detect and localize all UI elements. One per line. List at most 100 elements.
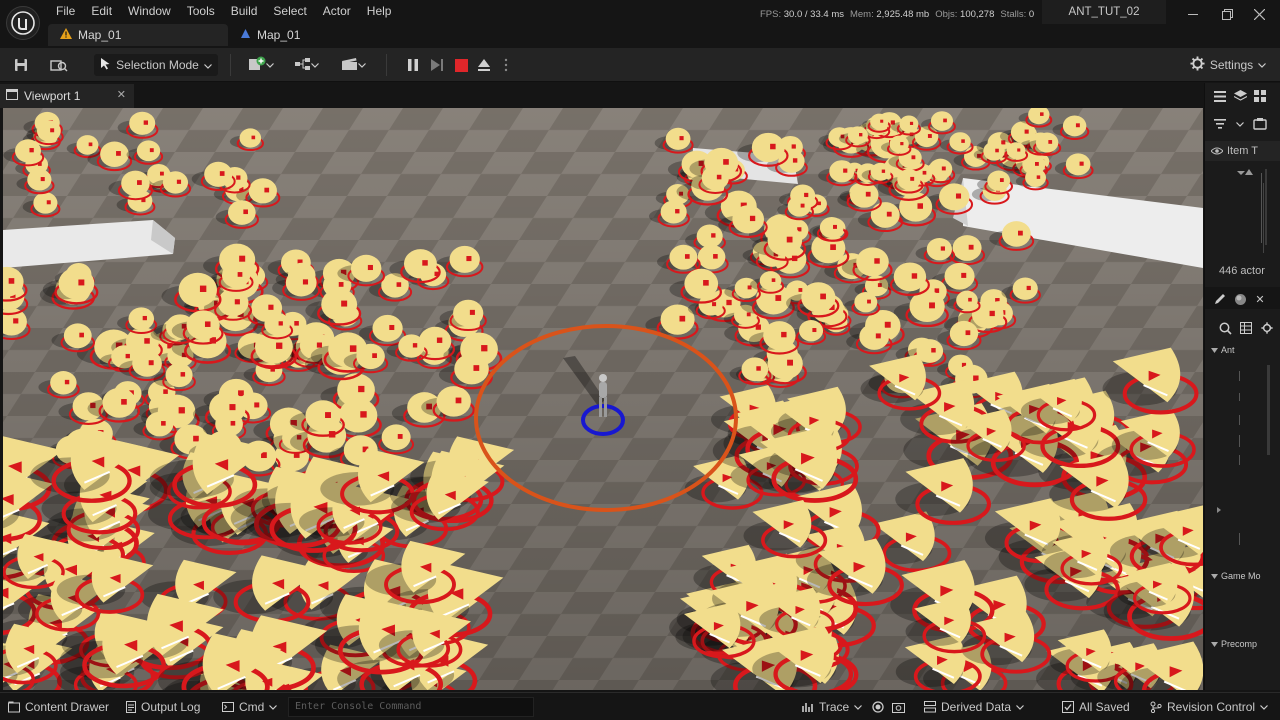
revision-control-icon [1150, 701, 1162, 713]
unreal-logo-icon[interactable] [6, 6, 40, 40]
cmd-dropdown[interactable]: Cmd [222, 693, 278, 720]
tab-map-01[interactable]: Map_01 [228, 24, 310, 46]
blueprint-button[interactable] [290, 54, 324, 76]
pause-button[interactable] [402, 54, 424, 76]
output-log-button[interactable]: Output Log [126, 693, 200, 720]
close-panel-icon[interactable]: ✕ [1253, 292, 1267, 306]
details-header: ✕ [1205, 287, 1280, 309]
search-icon[interactable] [1219, 321, 1232, 335]
settings-label: Settings [1209, 58, 1254, 72]
record-trace-button[interactable] [872, 693, 884, 720]
menu-actor[interactable]: Actor [315, 2, 359, 20]
trace-label: Trace [819, 700, 850, 714]
console-command-input[interactable]: Enter Console Command [288, 697, 534, 717]
details-toolbar [1205, 315, 1280, 337]
outliner-header [1205, 83, 1280, 111]
details-category-game-mode[interactable]: Game Mo [1205, 571, 1280, 587]
restore-icon[interactable] [1212, 4, 1242, 24]
trace-dropdown[interactable]: Trace [802, 693, 863, 720]
selection-mode-dropdown[interactable]: Selection Mode [94, 54, 218, 76]
outliner-tree[interactable] [1205, 167, 1280, 247]
chevron-down-icon [311, 62, 319, 68]
save-icon[interactable] [10, 54, 32, 76]
close-icon[interactable] [1244, 4, 1274, 24]
record-icon [872, 701, 884, 713]
outliner-list-icon[interactable] [1213, 89, 1227, 103]
content-browser-icon[interactable] [46, 54, 72, 76]
stop-icon [454, 58, 468, 72]
fps-value: 30.0 [783, 9, 803, 20]
chevron-down-icon [854, 704, 863, 710]
project-name: ANT_TUT_02 [1042, 0, 1166, 24]
details-pencil-icon[interactable] [1213, 292, 1227, 306]
eject-button[interactable] [473, 54, 495, 76]
settings-button[interactable]: Settings [1188, 54, 1268, 76]
menu-select[interactable]: Select [265, 2, 314, 20]
stalls-label: Stalls: [1000, 9, 1027, 20]
right-side-panel: Item T 446 actor ✕ Ant Game Mo Precomp [1204, 83, 1280, 690]
chevron-down-icon[interactable] [1233, 117, 1247, 131]
content-drawer-button[interactable]: Content Drawer [8, 693, 109, 720]
output-log-icon [126, 701, 136, 713]
tab-map-01-active[interactable]: Map_01 [48, 24, 228, 46]
cinematics-button[interactable] [336, 54, 370, 76]
category-label: Game Mo [1221, 571, 1261, 581]
document-tabs: Map_01 Map_01 [48, 24, 310, 46]
skip-frame-button[interactable] [426, 54, 448, 76]
play-options-button[interactable] [500, 54, 512, 76]
outliner-column-header[interactable]: Item T [1205, 141, 1280, 161]
chevron-down-icon [357, 62, 366, 68]
menu-build[interactable]: Build [223, 2, 266, 20]
outliner-settings-icon[interactable] [1253, 117, 1267, 131]
stop-button[interactable] [450, 54, 472, 76]
save-status-icon [1062, 701, 1074, 713]
all-saved-button[interactable]: All Saved [1062, 693, 1130, 720]
gear-icon[interactable] [1261, 321, 1274, 335]
mem-label: Mem: [849, 9, 874, 20]
menu-help[interactable]: Help [359, 2, 400, 20]
menu-file[interactable]: File [48, 2, 83, 20]
menu-tools[interactable]: Tools [179, 2, 223, 20]
chevron-down-icon [1016, 704, 1024, 710]
viewport-scene [3, 108, 1203, 690]
chevron-down-icon [1260, 704, 1268, 710]
layers-icon[interactable] [1233, 89, 1247, 103]
output-log-label: Output Log [141, 700, 201, 714]
category-label: Ant [1221, 345, 1235, 355]
terminal-icon [222, 702, 234, 712]
eye-icon[interactable] [1210, 144, 1224, 158]
skip-frame-icon [431, 59, 443, 71]
minimize-icon[interactable] [1178, 4, 1208, 24]
level-viewport[interactable] [3, 108, 1203, 690]
world-settings-icon[interactable] [1233, 292, 1247, 306]
details-category-precomputed[interactable]: Precomp [1205, 639, 1280, 655]
table-view-icon[interactable] [1240, 321, 1253, 335]
snapshot-button[interactable] [892, 693, 905, 720]
mem-value: 2,925.48 mb [876, 9, 930, 20]
tab-viewport-1[interactable]: Viewport 1 ✕ [0, 84, 134, 108]
ant-properties[interactable] [1205, 365, 1280, 565]
cursor-icon [100, 57, 111, 73]
add-actor-button[interactable] [244, 54, 278, 76]
camera-icon [892, 703, 905, 713]
menu-window[interactable]: Window [120, 2, 179, 20]
content-drawer-label: Content Drawer [25, 700, 110, 714]
close-tab-icon[interactable]: ✕ [117, 88, 126, 101]
menu-edit[interactable]: Edit [83, 2, 120, 20]
details-category-ant[interactable]: Ant [1205, 345, 1280, 361]
toolbar-divider [386, 54, 387, 76]
category-label: Precomp [1221, 639, 1258, 649]
viewport-icon [6, 89, 18, 103]
filter-icon[interactable] [1213, 117, 1227, 131]
clapperboard-icon [341, 57, 358, 74]
selection-mode-label: Selection Mode [116, 58, 199, 72]
chevron-down-icon [266, 62, 274, 68]
data-layers-icon[interactable] [1253, 89, 1267, 103]
derived-data-dropdown[interactable]: Derived Data [924, 693, 1024, 720]
revision-control-dropdown[interactable]: Revision Control [1150, 693, 1268, 720]
chevron-down-icon [1211, 641, 1218, 647]
viewport-tab-row: Viewport 1 ✕ [0, 83, 1204, 108]
objs-label: Objs: [935, 9, 958, 20]
all-saved-label: All Saved [1079, 700, 1130, 714]
main-menu: File Edit Window Tools Build Select Acto… [48, 2, 399, 20]
